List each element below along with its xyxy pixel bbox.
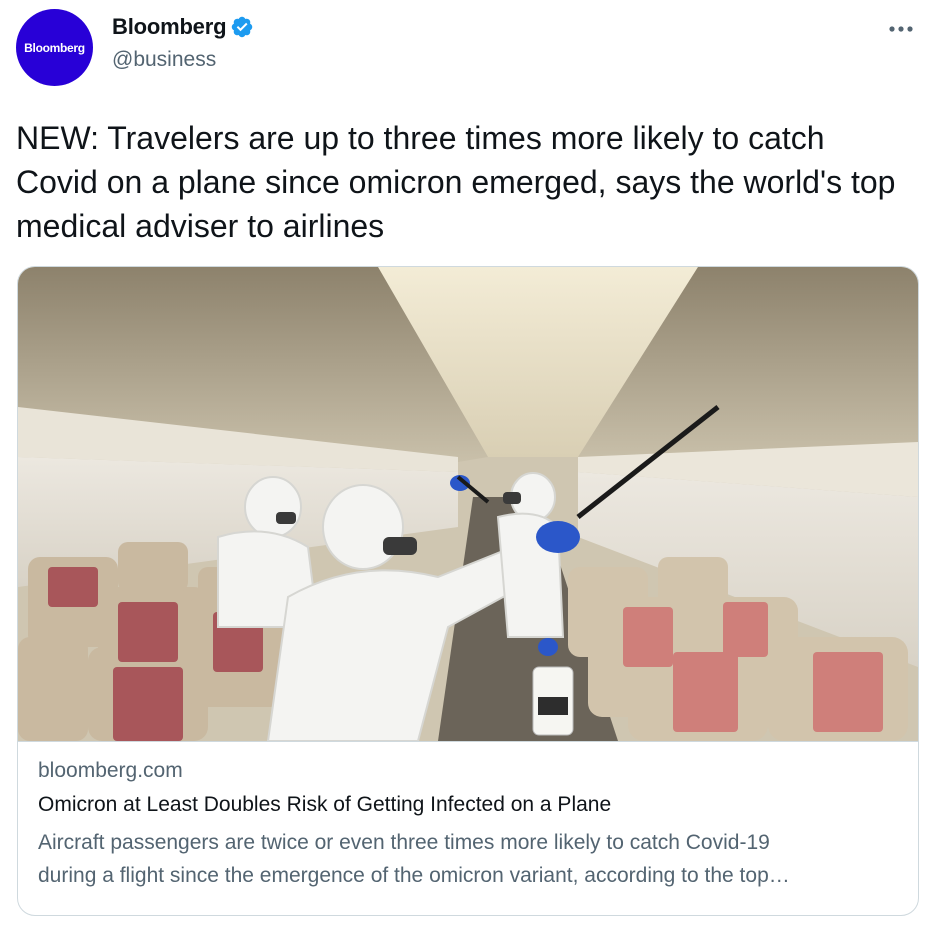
more-horizontal-icon	[889, 26, 913, 32]
verified-badge-icon	[232, 16, 253, 38]
card-description-line: during a flight since the emergence of t…	[38, 864, 790, 887]
author-name[interactable]: Bloomberg	[112, 14, 227, 40]
card-description: Aircraft passengers are twice or even th…	[38, 826, 898, 892]
article-image	[18, 267, 918, 742]
card-domain: bloomberg.com	[38, 759, 183, 782]
avatar[interactable]: Bloomberg	[16, 9, 93, 86]
link-card[interactable]: bloomberg.com Omicron at Least Doubles R…	[17, 266, 919, 916]
tweet-text: NEW: Travelers are up to three times mor…	[16, 120, 896, 244]
card-title: Omicron at Least Doubles Risk of Getting…	[38, 793, 612, 816]
card-description-line: Aircraft passengers are twice or even th…	[38, 831, 770, 854]
author-handle[interactable]: @business	[112, 48, 216, 72]
more-options-button[interactable]	[886, 14, 916, 44]
card-body: bloomberg.com Omicron at Least Doubles R…	[38, 759, 898, 892]
author-name-row: Bloomberg	[112, 14, 254, 40]
avatar-logo-text: Bloomberg	[24, 40, 85, 55]
